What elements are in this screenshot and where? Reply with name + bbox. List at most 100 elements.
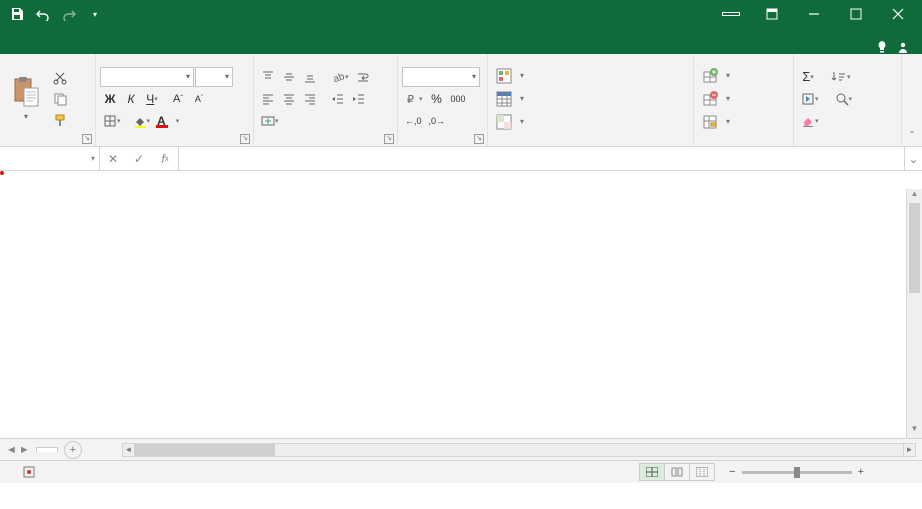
ribbon-tabs bbox=[0, 28, 922, 54]
format-cells-button[interactable]: ▾ bbox=[698, 111, 789, 133]
zoom-in-button[interactable]: + bbox=[858, 466, 864, 478]
record-macro-icon[interactable] bbox=[22, 465, 36, 479]
increase-indent-icon[interactable] bbox=[349, 89, 369, 109]
sheet-tab-active[interactable] bbox=[36, 447, 58, 452]
group-alignment: ab▾ ▾ ↘ bbox=[254, 54, 398, 146]
qat-customize-icon[interactable]: ▾ bbox=[84, 3, 106, 25]
underline-button[interactable]: Ч▾ bbox=[142, 89, 162, 109]
decrease-decimal-icon[interactable]: ,0→ bbox=[426, 111, 449, 131]
number-dialog-icon[interactable]: ↘ bbox=[474, 134, 484, 144]
format-painter-icon[interactable] bbox=[50, 110, 70, 130]
delete-cells-button[interactable]: ▾ bbox=[698, 88, 789, 110]
group-cells: ▾ ▾ ▾ bbox=[694, 54, 794, 146]
group-label-styles bbox=[488, 143, 693, 146]
fx-icon[interactable]: fx bbox=[152, 147, 178, 170]
group-font: Ж К Ч▾ Aˆ Aˇ ▾ ▾ A▾ ↘ bbox=[96, 54, 254, 146]
number-format-select[interactable] bbox=[402, 67, 480, 87]
font-dialog-icon[interactable]: ↘ bbox=[240, 134, 250, 144]
accounting-format-icon[interactable]: ₽▾ bbox=[402, 89, 426, 109]
svg-text:₽: ₽ bbox=[407, 94, 414, 106]
fill-color-button[interactable]: ▾ bbox=[130, 111, 154, 131]
increase-font-icon[interactable]: Aˆ bbox=[168, 89, 188, 109]
align-top-icon[interactable] bbox=[258, 67, 278, 87]
view-normal-icon[interactable] bbox=[639, 463, 665, 481]
sheet-nav-next-icon[interactable]: ► bbox=[19, 444, 30, 456]
group-number: ₽▾ % 000 ←,0 ,0→ ↘ bbox=[398, 54, 488, 146]
autosum-button[interactable]: Σ▾ bbox=[798, 67, 818, 87]
clear-button[interactable]: ▾ bbox=[798, 111, 822, 131]
find-select-button[interactable]: ▾ bbox=[832, 89, 856, 109]
alignment-dialog-icon[interactable]: ↘ bbox=[384, 134, 394, 144]
share-button[interactable] bbox=[897, 41, 912, 53]
group-styles: ▾ ▾ ▾ bbox=[488, 54, 694, 146]
conditional-formatting-button[interactable]: ▾ bbox=[492, 65, 689, 87]
ribbon-options-icon[interactable] bbox=[752, 0, 792, 28]
cell-styles-button[interactable]: ▾ bbox=[492, 111, 689, 133]
sort-filter-button[interactable]: ▾ bbox=[828, 67, 854, 87]
close-button[interactable] bbox=[878, 0, 918, 28]
quick-access-toolbar: ▾ bbox=[0, 3, 112, 25]
align-middle-icon[interactable] bbox=[279, 67, 299, 87]
expand-formula-bar-icon[interactable]: ⌄ bbox=[904, 147, 922, 170]
fill-button[interactable]: ▾ bbox=[798, 89, 822, 109]
group-editing: Σ▾ ▾ ▾ ▾ ▾ bbox=[794, 54, 902, 146]
align-left-icon[interactable] bbox=[258, 89, 278, 109]
view-page-layout-icon[interactable] bbox=[664, 463, 690, 481]
sign-in-button[interactable] bbox=[722, 12, 740, 16]
sheet-nav-prev-icon[interactable]: ◄ bbox=[6, 444, 17, 456]
insert-cells-button[interactable]: ▾ bbox=[698, 65, 789, 87]
decrease-font-icon[interactable]: Aˇ bbox=[189, 89, 209, 109]
title-bar: ▾ bbox=[0, 0, 922, 28]
formula-bar: ✕ ✓ fx ⌄ bbox=[0, 147, 922, 171]
align-center-icon[interactable] bbox=[279, 89, 299, 109]
increase-decimal-icon[interactable]: ←,0 bbox=[402, 111, 425, 131]
format-as-table-button[interactable]: ▾ bbox=[492, 88, 689, 110]
horizontal-scrollbar[interactable]: ◄► bbox=[122, 443, 916, 457]
status-bar: − + bbox=[0, 461, 922, 483]
cut-icon[interactable] bbox=[50, 68, 70, 88]
new-sheet-button[interactable]: + bbox=[64, 441, 82, 459]
group-label-editing bbox=[794, 143, 901, 146]
tell-me-button[interactable] bbox=[876, 40, 891, 54]
paste-button[interactable]: ▾ bbox=[4, 74, 48, 123]
cancel-formula-icon[interactable]: ✕ bbox=[100, 147, 126, 170]
name-box[interactable] bbox=[0, 147, 100, 170]
italic-button[interactable]: К bbox=[121, 89, 141, 109]
font-color-button[interactable]: A▾ bbox=[154, 111, 182, 131]
view-page-break-icon[interactable] bbox=[689, 463, 715, 481]
view-switcher bbox=[640, 463, 715, 481]
copy-icon[interactable] bbox=[50, 89, 70, 109]
wrap-text-icon[interactable] bbox=[353, 67, 373, 87]
align-right-icon[interactable] bbox=[300, 89, 320, 109]
tab-file[interactable] bbox=[0, 44, 20, 54]
percent-format-icon[interactable]: % bbox=[427, 89, 447, 109]
comma-format-icon[interactable]: 000 bbox=[448, 89, 469, 109]
group-clipboard: ▾ ↘ bbox=[0, 54, 96, 146]
svg-text:ab: ab bbox=[332, 70, 345, 83]
vertical-scrollbar[interactable]: ▲ ▼ bbox=[906, 189, 922, 438]
clipboard-dialog-icon[interactable]: ↘ bbox=[82, 134, 92, 144]
font-size-select[interactable] bbox=[195, 67, 233, 87]
worksheet-grid[interactable]: ▲ ▼ bbox=[0, 171, 922, 439]
font-name-select[interactable] bbox=[100, 67, 194, 87]
minimize-button[interactable] bbox=[794, 0, 834, 28]
undo-icon[interactable] bbox=[32, 3, 54, 25]
borders-button[interactable]: ▾ bbox=[100, 111, 124, 131]
orientation-icon[interactable]: ab▾ bbox=[328, 67, 352, 87]
redo-icon[interactable] bbox=[58, 3, 80, 25]
zoom-out-button[interactable]: − bbox=[729, 466, 735, 478]
save-icon[interactable] bbox=[6, 3, 28, 25]
zoom-slider[interactable] bbox=[742, 471, 852, 474]
collapse-ribbon-icon[interactable]: ˆ bbox=[902, 54, 922, 146]
bold-button[interactable]: Ж bbox=[100, 89, 120, 109]
sheet-tab-bar: ◄ ► + ◄► bbox=[0, 439, 922, 461]
maximize-button[interactable] bbox=[836, 0, 876, 28]
align-bottom-icon[interactable] bbox=[300, 67, 320, 87]
zoom-controls: − + bbox=[729, 466, 914, 478]
decrease-indent-icon[interactable] bbox=[328, 89, 348, 109]
group-label-cells bbox=[694, 143, 793, 146]
enter-formula-icon[interactable]: ✓ bbox=[126, 147, 152, 170]
formula-input[interactable] bbox=[179, 147, 904, 170]
merge-center-button[interactable]: ▾ bbox=[258, 111, 282, 131]
ribbon: ▾ ↘ Ж К Ч▾ Aˆ Aˇ ▾ bbox=[0, 54, 922, 147]
